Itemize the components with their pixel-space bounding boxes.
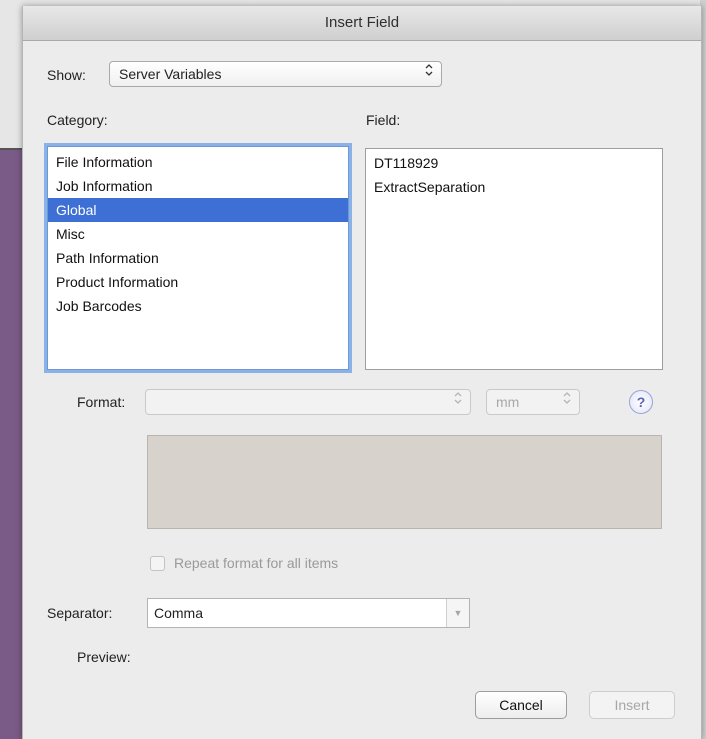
separator-label: Separator: — [47, 605, 113, 621]
repeat-format-label: Repeat format for all items — [174, 555, 339, 571]
chevron-down-icon[interactable]: ▼ — [446, 599, 469, 627]
format-popup[interactable] — [145, 389, 471, 415]
category-item-misc[interactable]: Misc — [48, 222, 348, 246]
background-panel — [0, 150, 22, 739]
cancel-button[interactable]: Cancel — [475, 691, 567, 719]
field-item-dt118929[interactable]: DT118929 — [366, 151, 662, 175]
category-item-job-information[interactable]: Job Information — [48, 174, 348, 198]
field-item-extractseparation[interactable]: ExtractSeparation — [366, 175, 662, 199]
format-text-area — [147, 435, 662, 529]
category-item-job-barcodes[interactable]: Job Barcodes — [48, 294, 348, 318]
insert-field-dialog: Insert Field Show: Server Variables Cate… — [22, 6, 702, 739]
popup-arrows-icon — [454, 390, 462, 414]
separator-combo[interactable]: Comma ▼ — [147, 598, 470, 628]
preview-label: Preview: — [77, 649, 131, 665]
help-icon[interactable]: ? — [629, 390, 653, 414]
insert-button[interactable]: Insert — [589, 691, 675, 719]
repeat-format-checkbox[interactable] — [150, 556, 165, 571]
category-list[interactable]: File Information Job Information Global … — [47, 146, 349, 370]
category-label: Category: — [47, 112, 108, 128]
category-item-file-information[interactable]: File Information — [48, 150, 348, 174]
separator-value: Comma — [154, 605, 204, 621]
category-item-product-information[interactable]: Product Information — [48, 270, 348, 294]
show-popup-value: Server Variables — [119, 66, 222, 82]
field-list[interactable]: DT118929 ExtractSeparation — [365, 148, 663, 370]
format-label: Format: — [77, 394, 126, 410]
category-item-path-information[interactable]: Path Information — [48, 246, 348, 270]
field-label: Field: — [366, 112, 401, 128]
popup-arrows-icon — [563, 390, 571, 414]
dialog-title: Insert Field — [23, 6, 701, 41]
unit-popup-value: mm — [496, 394, 520, 410]
show-popup[interactable]: Server Variables — [109, 61, 442, 87]
unit-popup[interactable]: mm — [486, 389, 580, 415]
show-label: Show: — [47, 67, 86, 83]
category-item-global[interactable]: Global — [48, 198, 348, 222]
popup-arrows-icon — [425, 62, 433, 86]
